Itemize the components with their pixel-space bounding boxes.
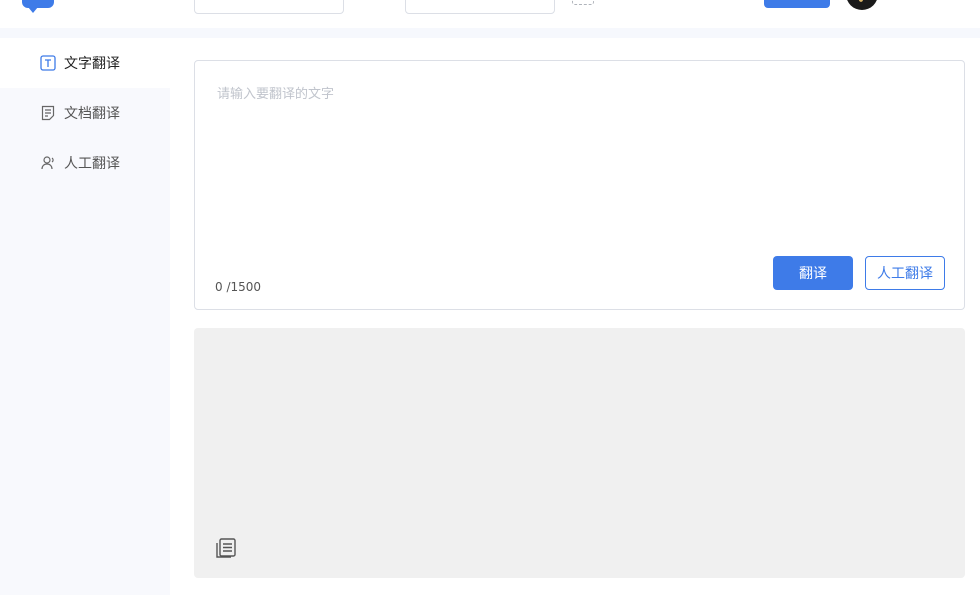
human-translator-icon (40, 155, 56, 171)
top-header (0, 0, 980, 28)
header-divider (0, 28, 980, 38)
char-count-value: 0 (215, 280, 223, 294)
copy-icon[interactable] (214, 536, 238, 560)
document-icon (40, 105, 56, 121)
sidebar: 文字翻译 文档翻译 人工翻译 (0, 38, 170, 595)
sidebar-item-human-translation[interactable]: 人工翻译 (0, 138, 170, 188)
sidebar-item-label: 文档翻译 (64, 106, 120, 122)
sidebar-item-label: 文字翻译 (64, 56, 120, 72)
source-text-input[interactable] (217, 83, 937, 233)
translation-output-panel (194, 328, 965, 578)
translate-button[interactable]: 翻译 (773, 256, 853, 290)
sidebar-item-document-translation[interactable]: 文档翻译 (0, 88, 170, 138)
text-T-icon (40, 55, 56, 71)
user-avatar[interactable] (846, 0, 878, 10)
sidebar-item-text-translation[interactable]: 文字翻译 (0, 38, 170, 88)
character-counter: 0 /1500 (215, 280, 261, 294)
target-language-select[interactable] (405, 0, 555, 14)
swap-languages-icon[interactable] (572, 0, 594, 5)
chat-bubble-icon (22, 0, 54, 13)
char-count-limit: /1500 (226, 280, 262, 294)
source-text-panel: 0 /1500 翻译 人工翻译 (194, 60, 965, 310)
sidebar-item-label: 人工翻译 (64, 156, 120, 172)
header-action-button[interactable] (764, 0, 830, 8)
human-translate-button[interactable]: 人工翻译 (865, 256, 945, 290)
source-language-select[interactable] (194, 0, 344, 14)
